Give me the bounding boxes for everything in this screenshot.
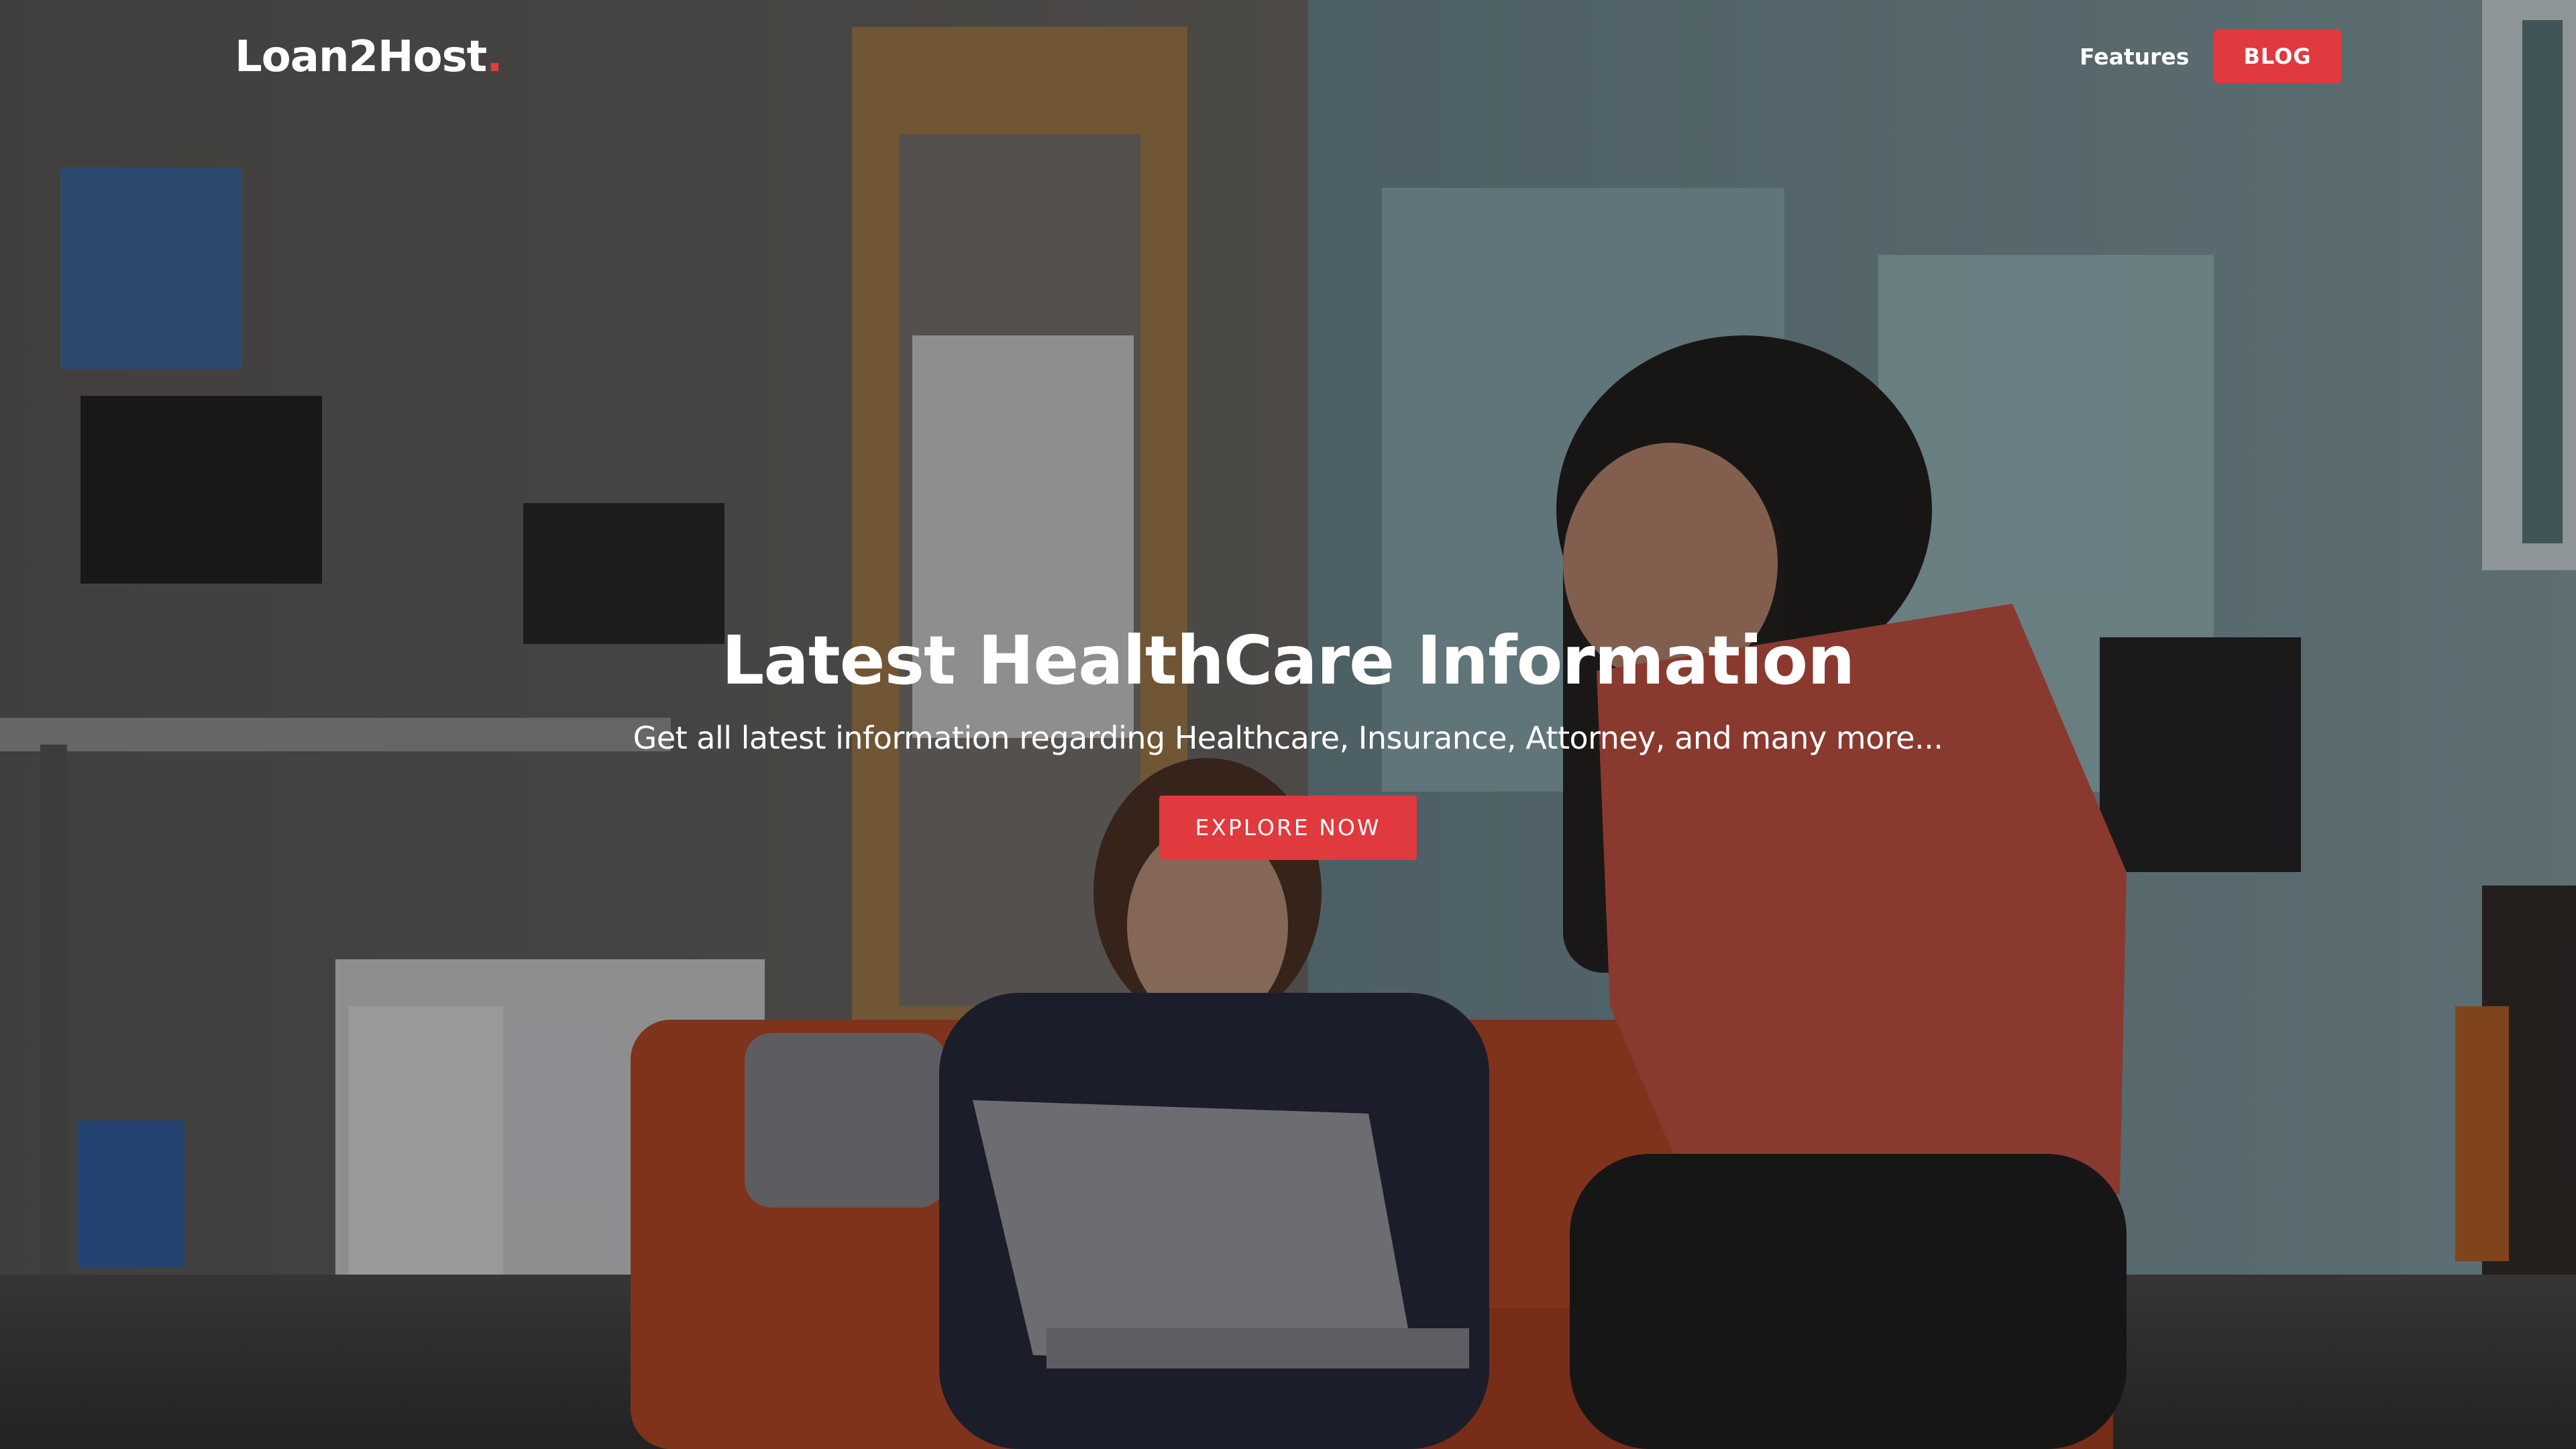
hero-title: Latest HealthCare Information bbox=[721, 621, 1856, 700]
brand-dot: . bbox=[486, 32, 502, 82]
top-navbar: Loan2Host. Features BLOG bbox=[0, 0, 2576, 114]
brand-name: Loan2Host bbox=[235, 32, 487, 82]
blog-button[interactable]: BLOG bbox=[2214, 30, 2341, 83]
hero-subtitle: Get all latest information regarding Hea… bbox=[633, 720, 1943, 756]
brand-logo[interactable]: Loan2Host. bbox=[235, 27, 503, 87]
hero-content: Latest HealthCare Information Get all la… bbox=[0, 617, 2576, 860]
explore-now-button[interactable]: EXPLORE NOW bbox=[1159, 796, 1417, 860]
nav-link-features[interactable]: Features bbox=[2080, 37, 2189, 77]
hero-section: Loan2Host. Features BLOG Latest HealthCa… bbox=[0, 0, 2576, 1449]
